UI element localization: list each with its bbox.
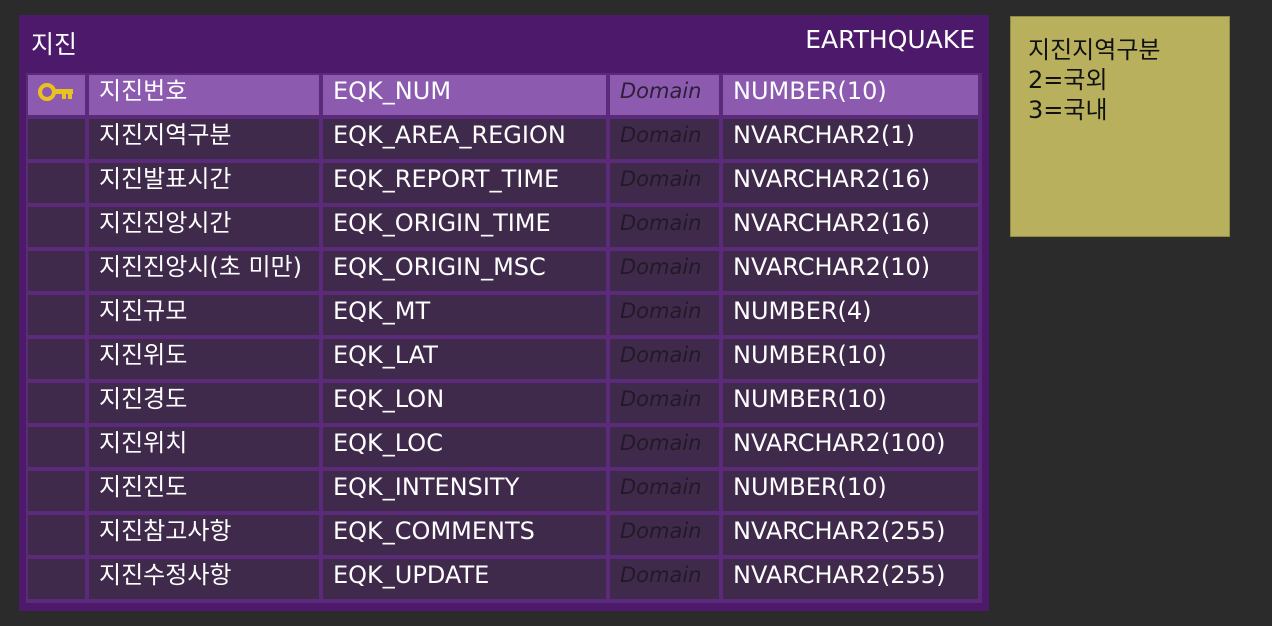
column-row[interactable]: 지진수정사항 EQK_UPDATE Domain NVARCHAR2(255) [26,557,982,601]
column-row[interactable]: 지진규모 EQK_MT Domain NUMBER(4) [26,293,982,337]
entity-earthquake[interactable]: 지진 EARTHQUAKE 지진번호 EQK_NUM Domain NUMBER(10… [19,15,989,611]
column-row[interactable]: 지진지역구분 EQK_AREA_REGION Domain NVARCHAR2(1) [26,117,982,161]
column-domain: Domain [610,339,719,379]
column-data-type: NVARCHAR2(255) [723,559,978,599]
column-data-type: NVARCHAR2(255) [723,515,978,555]
column-data-type: NVARCHAR2(10) [723,251,978,291]
column-physical-name: EQK_LAT [323,339,606,379]
column-physical-name: EQK_REPORT_TIME [323,163,606,203]
note-line: 2=국외 [1028,66,1108,94]
column-data-type: NUMBER(4) [723,295,978,335]
column-domain: Domain [610,207,719,247]
column-domain: Domain [610,471,719,511]
column-domain: Domain [610,427,719,467]
column-logical-name: 지진지역구분 [89,119,319,159]
column-data-type: NUMBER(10) [723,339,978,379]
column-physical-name: EQK_ORIGIN_TIME [323,207,606,247]
key-icon [38,83,73,101]
column-data-type: NVARCHAR2(100) [723,427,978,467]
note-line: 지진지역구분 [1028,36,1161,64]
key-cell [28,75,85,115]
column-physical-name: EQK_AREA_REGION [323,119,606,159]
key-cell [28,339,85,379]
column-domain: Domain [610,119,719,159]
column-logical-name: 지진경도 [89,383,319,423]
note-line: 3=국내 [1028,96,1108,124]
column-row[interactable]: 지진위도 EQK_LAT Domain NUMBER(10) [26,337,982,381]
column-logical-name: 지진수정사항 [89,559,319,599]
key-cell [28,471,85,511]
column-logical-name: 지진번호 [89,75,319,115]
column-row[interactable]: 지진진앙시간 EQK_ORIGIN_TIME Domain NVARCHAR2(16) [26,205,982,249]
column-physical-name: EQK_LON [323,383,606,423]
column-domain: Domain [610,75,719,115]
key-cell [28,295,85,335]
column-domain: Domain [610,163,719,203]
column-row[interactable]: 지진진도 EQK_INTENSITY Domain NUMBER(10) [26,469,982,513]
key-cell [28,427,85,467]
key-cell [28,559,85,599]
key-cell [28,163,85,203]
column-physical-name: EQK_ORIGIN_MSC [323,251,606,291]
key-cell [28,119,85,159]
column-row[interactable]: 지진참고사항 EQK_COMMENTS Domain NVARCHAR2(255) [26,513,982,557]
entity-logical-name: 지진 [31,30,78,59]
column-logical-name: 지진진앙시간 [89,207,319,247]
column-logical-name: 지진발표시간 [89,163,319,203]
column-row[interactable]: 지진발표시간 EQK_REPORT_TIME Domain NVARCHAR2(16) [26,161,982,205]
column-row[interactable]: 지진진앙시(초 미만) EQK_ORIGIN_MSC Domain NVARCHAR2… [26,249,982,293]
column-physical-name: EQK_MT [323,295,606,335]
column-row[interactable]: 지진위치 EQK_LOC Domain NVARCHAR2(100) [26,425,982,469]
column-data-type: NVARCHAR2(1) [723,119,978,159]
column-domain: Domain [610,295,719,335]
column-data-type: NUMBER(10) [723,383,978,423]
column-physical-name: EQK_UPDATE [323,559,606,599]
note-box[interactable]: 지진지역구분 2=국외 3=국내 [1010,16,1230,237]
column-physical-name: EQK_LOC [323,427,606,467]
column-logical-name: 지진위도 [89,339,319,379]
column-data-type: NVARCHAR2(16) [723,163,978,203]
key-cell [28,515,85,555]
column-data-type: NVARCHAR2(16) [723,207,978,247]
column-row[interactable]: 지진경도 EQK_LON Domain NUMBER(10) [26,381,982,425]
entity-physical-name: EARTHQUAKE [805,25,975,54]
column-logical-name: 지진참고사항 [89,515,319,555]
column-domain: Domain [610,559,719,599]
column-logical-name: 지진진앙시(초 미만) [89,251,319,291]
key-cell [28,251,85,291]
column-physical-name: EQK_INTENSITY [323,471,606,511]
column-physical-name: EQK_COMMENTS [323,515,606,555]
key-cell [28,207,85,247]
column-row[interactable]: 지진번호 EQK_NUM Domain NUMBER(10) [26,73,982,117]
column-domain: Domain [610,383,719,423]
column-physical-name: EQK_NUM [323,75,606,115]
column-list: 지진번호 EQK_NUM Domain NUMBER(10) 지진지역구분 EQK_ARE… [26,73,982,603]
key-cell [28,383,85,423]
column-logical-name: 지진진도 [89,471,319,511]
column-data-type: NUMBER(10) [723,471,978,511]
entity-header: 지진 EARTHQUAKE [19,15,989,67]
column-logical-name: 지진규모 [89,295,319,335]
column-logical-name: 지진위치 [89,427,319,467]
column-data-type: NUMBER(10) [723,75,978,115]
column-domain: Domain [610,251,719,291]
column-domain: Domain [610,515,719,555]
